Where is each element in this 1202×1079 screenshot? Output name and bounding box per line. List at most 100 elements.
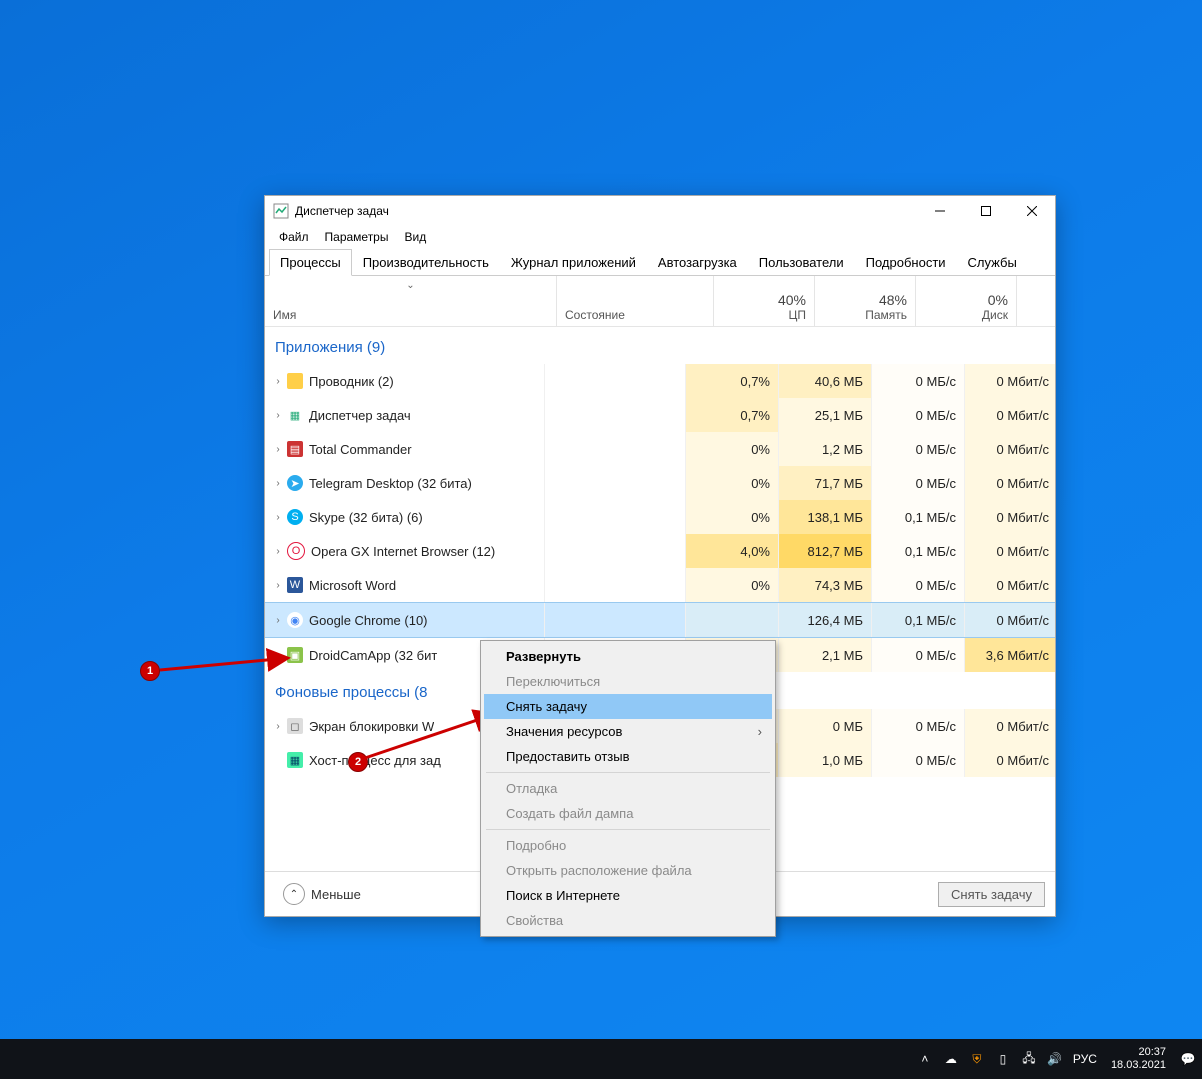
- process-row[interactable]: ›Проводник (2)0,7%40,6 МБ0 МБ/с0 Мбит/с: [265, 364, 1055, 398]
- tab-1[interactable]: Производительность: [352, 249, 500, 276]
- process-name: Telegram Desktop (32 бита): [309, 476, 472, 491]
- tab-5[interactable]: Подробности: [855, 249, 957, 276]
- expand-icon[interactable]: ›: [269, 650, 287, 661]
- process-name: DroidCamApp (32 бит: [309, 648, 437, 663]
- tray-language[interactable]: РУС: [1073, 1052, 1097, 1066]
- cell-disk: 0 МБ/с: [872, 638, 965, 672]
- taskmgr-icon: ▦: [287, 407, 303, 423]
- col-disk[interactable]: 0%Диск: [916, 276, 1017, 326]
- menu-view[interactable]: Вид: [400, 228, 430, 246]
- tab-3[interactable]: Автозагрузка: [647, 249, 748, 276]
- titlebar[interactable]: Диспетчер задач: [265, 196, 1055, 226]
- expand-icon[interactable]: ›: [269, 478, 287, 489]
- expand-icon[interactable]: ›: [269, 376, 287, 387]
- expand-icon[interactable]: ›: [269, 721, 287, 732]
- cell-net: 0 Мбит/с: [965, 500, 1055, 534]
- window-controls: [917, 196, 1055, 226]
- tab-4[interactable]: Пользователи: [748, 249, 855, 276]
- cell-mem: 25,1 МБ: [779, 398, 872, 432]
- col-net[interactable]: 2%Сеть: [1017, 276, 1055, 326]
- menu-options[interactable]: Параметры: [321, 228, 393, 246]
- tray-volume-icon[interactable]: 🔊: [1047, 1051, 1063, 1067]
- cell-net: 0 Мбит/с: [965, 364, 1055, 398]
- tray-security-icon[interactable]: ⛨: [969, 1051, 985, 1067]
- cell-cpu: 0%: [686, 500, 779, 534]
- fewer-details-button[interactable]: ⌃ Меньше: [275, 879, 369, 909]
- menubar: Файл Параметры Вид: [265, 226, 1055, 248]
- context-item[interactable]: Значения ресурсов: [484, 719, 772, 744]
- minimize-button[interactable]: [917, 196, 963, 226]
- tray-up-icon[interactable]: ˄: [917, 1051, 933, 1067]
- close-button[interactable]: [1009, 196, 1055, 226]
- word-icon: W: [287, 577, 303, 593]
- process-row[interactable]: ›SSkype (32 бита) (6)0%138,1 МБ0,1 МБ/с0…: [265, 500, 1055, 534]
- process-row[interactable]: ›◉Google Chrome (10)126,4 МБ0,1 МБ/с0 Мб…: [265, 602, 1055, 638]
- lock-icon: ◻: [287, 718, 303, 734]
- process-row[interactable]: ›▦Диспетчер задач0,7%25,1 МБ0 МБ/с0 Мбит…: [265, 398, 1055, 432]
- process-name: Total Commander: [309, 442, 412, 457]
- cell-mem: 74,3 МБ: [779, 568, 872, 602]
- process-row[interactable]: ›WMicrosoft Word0%74,3 МБ0 МБ/с0 Мбит/с: [265, 568, 1055, 602]
- process-row[interactable]: ›OOpera GX Internet Browser (12)4,0%812,…: [265, 534, 1055, 568]
- cell-net: 0 Мбит/с: [965, 603, 1055, 637]
- cell-cpu: 4,0%: [686, 534, 779, 568]
- cell-mem: 138,1 МБ: [779, 500, 872, 534]
- group-header: Приложения (9): [265, 327, 1055, 364]
- cell-mem: 0 МБ: [779, 709, 872, 743]
- tray-network-icon[interactable]: 🖧: [1021, 1051, 1037, 1067]
- window-title: Диспетчер задач: [295, 204, 917, 218]
- maximize-button[interactable]: [963, 196, 1009, 226]
- expand-icon[interactable]: ›: [269, 580, 287, 591]
- tab-6[interactable]: Службы: [957, 249, 1028, 276]
- context-separator: [486, 829, 770, 830]
- sort-indicator-icon: ⌄: [406, 280, 414, 291]
- col-name[interactable]: ⌄ Имя: [265, 276, 557, 326]
- process-name: Проводник (2): [309, 374, 394, 389]
- process-row[interactable]: ›▤Total Commander0%1,2 МБ0 МБ/с0 Мбит/с: [265, 432, 1055, 466]
- context-item: Открыть расположение файла: [484, 858, 772, 883]
- taskbar[interactable]: ˄ ☁ ⛨ ▯ 🖧 🔊 РУС 20:37 18.03.2021 💬: [0, 1039, 1202, 1079]
- tray-clock[interactable]: 20:37 18.03.2021: [1107, 1046, 1170, 1071]
- telegram-icon: ➤: [287, 475, 303, 491]
- expand-icon[interactable]: ›: [269, 444, 287, 455]
- expand-icon[interactable]: ›: [269, 615, 287, 626]
- tray-notifications-icon[interactable]: 💬: [1180, 1051, 1196, 1067]
- context-item: Создать файл дампа: [484, 801, 772, 826]
- tab-2[interactable]: Журнал приложений: [500, 249, 647, 276]
- tray-onedrive-icon[interactable]: ☁: [943, 1051, 959, 1067]
- expand-icon[interactable]: ›: [269, 546, 287, 557]
- droid-icon: ▣: [287, 647, 303, 663]
- col-state[interactable]: Состояние: [557, 276, 714, 326]
- end-task-button[interactable]: Снять задачу: [938, 882, 1045, 907]
- context-menu: РазвернутьПереключитьсяСнять задачуЗначе…: [480, 640, 776, 937]
- context-item[interactable]: Снять задачу: [484, 694, 772, 719]
- tab-0[interactable]: Процессы: [269, 249, 352, 276]
- col-cpu[interactable]: 40%ЦП: [714, 276, 815, 326]
- context-item[interactable]: Предоставить отзыв: [484, 744, 772, 769]
- context-item[interactable]: Поиск в Интернете: [484, 883, 772, 908]
- cell-net: 0 Мбит/с: [965, 466, 1055, 500]
- context-item: Переключиться: [484, 669, 772, 694]
- cell-net: 0 Мбит/с: [965, 568, 1055, 602]
- expand-icon[interactable]: ›: [269, 512, 287, 523]
- cell-mem: 1,0 МБ: [779, 743, 872, 777]
- cell-mem: 71,7 МБ: [779, 466, 872, 500]
- process-name: Opera GX Internet Browser (12): [311, 544, 495, 559]
- cell-cpu: 0%: [686, 568, 779, 602]
- process-row[interactable]: ›➤Telegram Desktop (32 бита)0%71,7 МБ0 М…: [265, 466, 1055, 500]
- tc-icon: ▤: [287, 441, 303, 457]
- cell-disk: 0,1 МБ/с: [872, 500, 965, 534]
- col-mem[interactable]: 48%Память: [815, 276, 916, 326]
- cell-net: 0 Мбит/с: [965, 432, 1055, 466]
- expand-icon[interactable]: ›: [269, 410, 287, 421]
- menu-file[interactable]: Файл: [275, 228, 313, 246]
- tray-battery-icon[interactable]: ▯: [995, 1051, 1011, 1067]
- cell-cpu: [686, 603, 779, 637]
- process-name: Хост-процесс для зад: [309, 753, 441, 768]
- context-item[interactable]: Развернуть: [484, 644, 772, 669]
- context-item: Подробно: [484, 833, 772, 858]
- cell-disk: 0 МБ/с: [872, 432, 965, 466]
- cell-net: 3,6 Мбит/с: [965, 638, 1055, 672]
- host-icon: ▦: [287, 752, 303, 768]
- process-name: Диспетчер задач: [309, 408, 411, 423]
